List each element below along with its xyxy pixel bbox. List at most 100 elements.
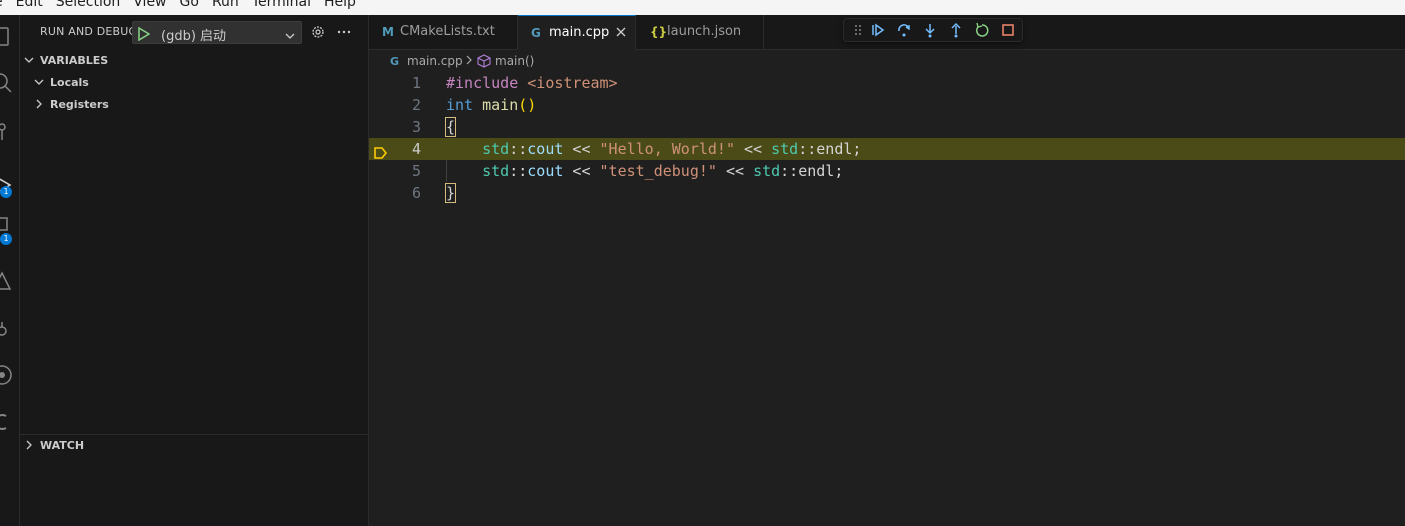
debug-config-select[interactable]: (gdb) 启动 xyxy=(132,21,302,44)
code-token: endl; xyxy=(798,162,844,180)
cpp-file-icon: G xyxy=(531,26,541,40)
step-out-icon[interactable] xyxy=(948,22,964,38)
remote-explorer-icon[interactable] xyxy=(0,319,14,343)
code-line: 3{ xyxy=(369,116,1405,138)
explorer-icon[interactable] xyxy=(0,25,14,49)
activity-bar: 1 1 xyxy=(0,15,20,526)
tab-main-cpp[interactable]: G main.cpp xyxy=(518,15,636,50)
menu-item[interactable]: Go xyxy=(180,0,199,10)
code-line: 4 std::cout << "Hello, World!" << std::e… xyxy=(369,138,1405,160)
locals-label: Locals xyxy=(50,76,89,89)
chevron-right-icon xyxy=(34,99,44,112)
tab-label: CMakeLists.txt xyxy=(400,24,495,39)
restart-icon[interactable] xyxy=(974,22,990,38)
line-number[interactable]: 6 xyxy=(389,182,421,204)
menu-item[interactable]: Edit xyxy=(16,0,43,10)
code-token: "Hello, World!" xyxy=(599,140,735,158)
code-token: << xyxy=(563,140,600,158)
code-text: std::cout << "Hello, World!" << std::end… xyxy=(446,138,861,160)
line-number[interactable]: 1 xyxy=(389,72,421,94)
code-token: endl; xyxy=(816,140,862,158)
code-token: std xyxy=(482,162,510,180)
menu-item[interactable]: Help xyxy=(324,0,356,10)
sidebar-title: RUN AND DEBUG xyxy=(40,25,138,38)
cpp-file-icon: G xyxy=(390,55,400,68)
github-icon[interactable] xyxy=(0,363,14,387)
registers-label: Registers xyxy=(50,98,109,111)
line-number[interactable]: 4 xyxy=(389,138,421,160)
tab-cmakelists[interactable]: M CMakeLists.txt xyxy=(369,15,518,50)
line-number[interactable]: 5 xyxy=(389,160,421,182)
locals-scope[interactable]: Locals xyxy=(20,73,368,93)
section-divider xyxy=(20,434,368,435)
tab-label: launch.json xyxy=(667,24,742,39)
chevron-down-icon xyxy=(34,77,44,90)
code-text: #include <iostream> xyxy=(446,72,618,94)
menu-item[interactable]: Run xyxy=(212,0,239,10)
breadcrumb-symbol[interactable]: main() xyxy=(495,54,534,68)
tab-launch-json[interactable]: {} launch.json xyxy=(636,15,764,50)
variables-section-title: VARIABLES xyxy=(40,54,109,67)
chevron-right-icon xyxy=(465,54,473,69)
continue-icon[interactable] xyxy=(870,22,886,38)
stop-icon[interactable] xyxy=(1000,22,1016,38)
code-token: std xyxy=(753,162,781,180)
json-file-icon: {} xyxy=(650,25,668,39)
cmake-file-icon: M xyxy=(382,25,394,39)
start-debugging-icon[interactable] xyxy=(138,26,151,45)
code-token: << xyxy=(735,140,772,158)
watch-section-header[interactable]: WATCH xyxy=(20,436,368,456)
chevron-right-icon xyxy=(24,440,34,453)
code-text: std::cout << "test_debug!" << std::endl; xyxy=(446,160,843,182)
drag-handle-icon[interactable] xyxy=(850,22,866,38)
code-token: :: xyxy=(780,162,799,180)
testing-icon[interactable] xyxy=(0,270,14,294)
menu-item[interactable]: View xyxy=(133,0,166,10)
debug-config-label: (gdb) 启动 xyxy=(161,29,227,44)
code-line: 5 std::cout << "test_debug!" << std::end… xyxy=(369,160,1405,182)
code-editor[interactable]: 1 #include <iostream> 2 int main() 3{4 std::… xyxy=(369,72,1405,526)
code-text: int main() xyxy=(446,94,536,116)
registers-scope[interactable]: Registers xyxy=(20,95,368,115)
variables-section-header[interactable]: VARIABLES xyxy=(20,51,368,71)
chevron-down-icon xyxy=(24,55,34,68)
code-token: << xyxy=(563,162,600,180)
menu-item[interactable]: e xyxy=(0,0,3,10)
breadcrumb-file[interactable]: main.cpp xyxy=(407,54,463,68)
code-text: { xyxy=(444,116,457,138)
code-token: << xyxy=(716,162,754,180)
menu-bar: e Edit Selection View Go Run Terminal Help xyxy=(0,0,1405,15)
watch-section-title: WATCH xyxy=(40,439,85,452)
menu-item[interactable]: Selection xyxy=(56,0,121,10)
search-icon[interactable] xyxy=(0,71,14,95)
run-debug-badge: 1 xyxy=(0,186,12,198)
source-control-icon[interactable] xyxy=(0,120,14,144)
step-into-icon[interactable] xyxy=(922,22,938,38)
close-icon[interactable] xyxy=(615,26,627,42)
cmake-icon[interactable] xyxy=(0,410,14,434)
sidebar-header: RUN AND DEBUG (gdb) 启动 xyxy=(20,15,368,50)
extensions-badge: 1 xyxy=(0,233,12,245)
code-token: () xyxy=(518,96,537,114)
code-token: int xyxy=(446,96,474,114)
step-over-icon[interactable] xyxy=(896,22,912,38)
code-token: "test_debug!" xyxy=(599,162,717,180)
code-line: 1 #include <iostream> xyxy=(369,72,1405,94)
chevron-down-icon xyxy=(284,27,296,46)
more-actions-icon[interactable] xyxy=(336,24,352,44)
breadcrumb: G main.cpp main() xyxy=(369,50,1405,72)
code-token: std xyxy=(771,140,799,158)
tab-label: main.cpp xyxy=(549,25,610,40)
code-token: #include xyxy=(446,74,519,92)
line-number[interactable]: 3 xyxy=(389,116,421,138)
gear-icon[interactable] xyxy=(310,24,326,44)
code-token: :: xyxy=(509,162,528,180)
code-token: { xyxy=(444,117,457,137)
menu-item[interactable]: Terminal xyxy=(252,0,311,10)
line-number[interactable]: 2 xyxy=(389,94,421,116)
code-token: std xyxy=(482,140,510,158)
debug-toolbar xyxy=(843,18,1023,42)
